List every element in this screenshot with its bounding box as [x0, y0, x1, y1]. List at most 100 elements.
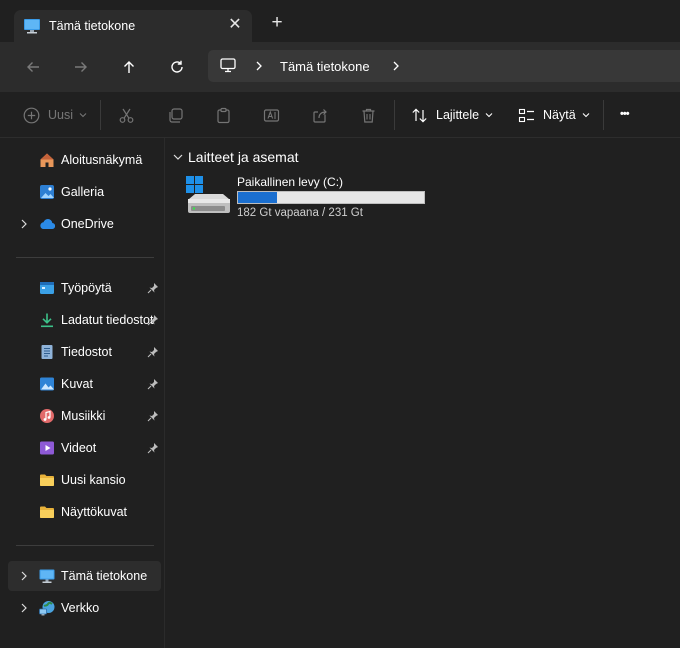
chevron-down-icon — [582, 113, 590, 118]
sidebar-item-onedrive[interactable]: OneDrive — [8, 209, 161, 239]
view-list-icon — [518, 108, 534, 122]
pin-icon[interactable] — [147, 282, 159, 294]
drive-free-space: 182 Gt vapaana / 231 Gt — [237, 207, 363, 219]
pin-icon[interactable] — [147, 346, 159, 358]
sidebar-item-label: OneDrive — [61, 217, 114, 231]
chevron-right-icon[interactable] — [20, 571, 28, 581]
document-icon — [41, 345, 53, 359]
sidebar-item-label: Työpöytä — [61, 281, 112, 295]
monitor-icon — [39, 569, 55, 583]
sidebar-item-label: Kuvat — [61, 377, 93, 391]
tab-this-pc[interactable]: Tämä tietokone ✕ — [14, 10, 252, 42]
chevron-right-icon[interactable] — [20, 603, 28, 613]
pin-icon[interactable] — [147, 410, 159, 422]
chevron-down-icon — [485, 113, 493, 118]
refresh-button[interactable] — [165, 55, 189, 79]
sort-button[interactable]: Lajittele — [411, 105, 493, 125]
clipboard-icon — [217, 107, 230, 123]
toolbar-divider — [603, 100, 604, 130]
forward-button[interactable] — [69, 55, 93, 79]
chevron-right-icon[interactable] — [391, 60, 401, 72]
breadcrumb-this-pc[interactable]: Tämä tietokone — [280, 59, 370, 74]
arrow-up-icon — [124, 61, 134, 73]
sidebar-item-label: Verkko — [61, 601, 100, 615]
rename-button[interactable] — [263, 105, 280, 125]
sidebar-item-new-folder[interactable]: Uusi kansio — [8, 465, 161, 495]
sidebar-item-network[interactable]: Verkko — [8, 593, 161, 623]
sidebar-item-screenshots[interactable]: Näyttökuvat — [8, 497, 161, 527]
group-header-devices[interactable]: Laitteet ja asemat — [173, 148, 299, 166]
copy-icon — [169, 107, 183, 123]
sidebar-divider — [16, 545, 154, 546]
group-title: Laitteet ja asemat — [188, 149, 299, 165]
sidebar-item-label: Uusi kansio — [61, 473, 126, 487]
share-icon — [313, 108, 327, 123]
cloud-icon — [40, 219, 55, 230]
monitor-icon — [220, 58, 236, 73]
more-icon: ••• — [620, 108, 630, 120]
up-button[interactable] — [117, 55, 141, 79]
sidebar-divider — [16, 257, 154, 258]
scissors-icon — [119, 108, 134, 123]
new-tab-button[interactable]: + — [268, 13, 286, 32]
address-bar[interactable]: Tämä tietokone — [208, 50, 680, 82]
monitor-icon — [24, 19, 40, 34]
delete-button[interactable] — [360, 105, 377, 125]
rename-icon — [263, 108, 280, 122]
paste-button[interactable] — [215, 105, 232, 125]
sidebar-item-pictures[interactable]: Kuvat — [8, 369, 161, 399]
new-label: Uusi — [48, 108, 74, 122]
desktop-icon — [40, 282, 54, 294]
home-icon — [40, 153, 54, 167]
folder-icon — [40, 506, 54, 518]
sidebar-item-label: Tiedostot — [61, 345, 112, 359]
arrow-left-icon — [27, 62, 39, 72]
share-button[interactable] — [312, 105, 329, 125]
arrow-right-icon — [75, 62, 87, 72]
navigation-bar: Tämä tietokone — [0, 42, 680, 92]
pin-icon[interactable] — [147, 378, 159, 390]
drive-usage-bar — [237, 191, 425, 204]
refresh-icon — [171, 60, 183, 73]
chevron-right-icon[interactable] — [20, 219, 28, 229]
sidebar-item-desktop[interactable]: Työpöytä — [8, 273, 161, 303]
sidebar-item-downloads[interactable]: Ladatut tiedostot — [8, 305, 161, 335]
new-button[interactable]: Uusi — [23, 105, 87, 125]
close-tab-button[interactable]: ✕ — [226, 16, 244, 34]
sidebar-item-label: Aloitusnäkymä — [61, 153, 143, 167]
pin-icon[interactable] — [147, 442, 159, 454]
toolbar-divider — [100, 100, 101, 130]
sidebar-item-gallery[interactable]: Galleria — [8, 177, 161, 207]
chevron-down-icon — [173, 154, 183, 160]
view-label: Näytä — [543, 108, 576, 122]
sort-icon — [412, 107, 427, 123]
sidebar-item-label: Galleria — [61, 185, 105, 199]
network-icon — [39, 601, 55, 616]
tab-title: Tämä tietokone — [49, 19, 136, 33]
drive-name: Paikallinen levy (C:) — [237, 175, 344, 189]
view-button[interactable]: Näytä — [518, 105, 590, 125]
gallery-icon — [40, 185, 54, 199]
back-button[interactable] — [21, 55, 45, 79]
sidebar-item-label: Tämä tietokone — [61, 569, 148, 583]
folder-icon — [40, 474, 54, 486]
pane-divider[interactable] — [164, 138, 165, 648]
trash-icon — [362, 108, 375, 123]
drive-tile[interactable]: Paikallinen levy (C:) 182 Gt vapaana / 2… — [185, 172, 435, 224]
download-icon — [41, 313, 53, 328]
sidebar-item-this-pc[interactable]: Tämä tietokone — [8, 561, 161, 591]
sidebar-item-documents[interactable]: Tiedostot — [8, 337, 161, 367]
chevron-down-icon — [79, 113, 87, 118]
more-options-button[interactable]: ••• — [620, 104, 630, 124]
sidebar-item-music[interactable]: Musiikki — [8, 401, 161, 431]
sidebar-item-home[interactable]: Aloitusnäkymä — [8, 145, 161, 175]
chevron-right-icon[interactable] — [254, 60, 264, 72]
drive-icon — [186, 176, 230, 213]
video-icon — [40, 441, 54, 455]
sidebar-item-label: Videot — [61, 441, 97, 455]
pin-icon[interactable] — [147, 314, 159, 326]
sidebar-item-videos[interactable]: Videot — [8, 433, 161, 463]
cut-button[interactable] — [118, 105, 135, 125]
copy-button[interactable] — [167, 105, 184, 125]
sidebar-item-label: Ladatut tiedostot — [61, 313, 154, 327]
